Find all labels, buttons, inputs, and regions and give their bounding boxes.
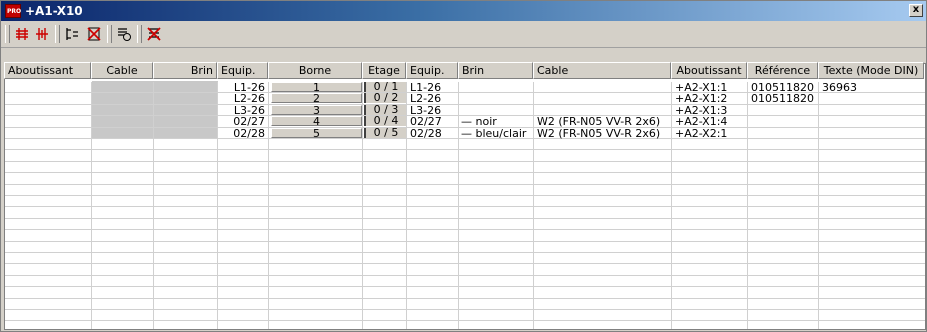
row-equip-right[interactable]: 02/27 [410,116,458,127]
toolbar-separator [55,25,60,43]
row-equip-right[interactable]: 02/28 [410,128,458,139]
header-col-equip-2[interactable]: Equip. [406,62,458,79]
row-brin[interactable] [461,93,533,104]
grid-hline [5,195,925,196]
header-col-texte[interactable]: Texte (Mode DIN) [818,62,924,79]
cable-list-icon [118,28,131,41]
header-col-brin[interactable]: Brin [153,62,217,79]
header-col-cable[interactable]: Cable [91,62,153,79]
delete-cable-icon [147,27,161,41]
terminal-strip-right-icon [36,28,48,40]
row-texte[interactable] [822,128,922,139]
window-title: +A1-X10 [25,4,83,18]
grid-hline [5,320,925,321]
row-etage[interactable]: 0 / 2 [364,92,406,103]
row-equip-right[interactable]: L3-26 [410,105,458,116]
grid-hline [5,149,925,150]
terminal-strip-right-button[interactable] [31,24,53,44]
row-aboutissant[interactable]: +A2-X1:3 [675,105,747,116]
row-borne[interactable]: 4 [271,116,362,127]
insert-terminal-button[interactable] [61,24,83,44]
row-equip-left[interactable]: L2-26 [218,93,265,104]
row-equip-right[interactable]: L1-26 [410,82,458,93]
row-aboutissant[interactable]: +A2-X1:4 [675,116,747,127]
header-col-cable-2[interactable]: Cable [533,62,671,79]
row-aboutissant[interactable]: +A2-X1:2 [675,93,747,104]
header-col-etage[interactable]: Etage [362,62,406,79]
row-etage[interactable]: 0 / 4 [364,115,406,126]
row-borne[interactable]: 5 [271,128,362,139]
cable-list-button[interactable] [113,24,135,44]
row-brin[interactable] [461,105,533,116]
header-col-equip[interactable]: Equip. [217,62,268,79]
terminal-table: L1-26 1 0 / 1 L1-26 +A2-X1:1 010511820 36963 L2… [4,63,926,330]
row-cable[interactable]: W2 (FR-N05 VV-R 2x6) [537,116,671,127]
row-reference[interactable] [751,105,819,116]
row-reference[interactable]: 010511820 [751,93,819,104]
grid-hline [5,206,925,207]
terminal-strip-left-icon [16,28,28,40]
grid-hline [5,275,925,276]
app-logo-icon: PRO [5,4,21,18]
row-cable[interactable] [537,82,671,93]
row-equip-left[interactable]: L3-26 [218,105,265,116]
delete-terminal-icon [87,27,101,41]
grid-hline [5,309,925,310]
row-texte[interactable] [822,93,922,104]
grid-hline [5,229,925,230]
row-texte[interactable] [822,105,922,116]
toolbar-separator-3 [137,25,142,43]
row-borne[interactable]: 1 [271,82,362,93]
header-col-reference[interactable]: Référence [747,62,818,79]
row-reference[interactable]: 010511820 [751,82,819,93]
row-cable[interactable] [537,93,671,104]
row-etage[interactable]: 0 / 5 [364,127,406,138]
header-col-brin-2[interactable]: Brin [458,62,533,79]
close-button[interactable]: x [909,4,923,17]
grid-hline [5,172,925,173]
grid-hline [5,161,925,162]
terminal-strip-left-button[interactable] [11,24,33,44]
terminal-strip-window: PRO +A1-X10 x L1-26 1 0 / 1 L1-26 +A2-X1:1 01… [0,0,927,332]
row-aboutissant[interactable]: +A2-X2:1 [675,128,747,139]
toolbar [1,21,926,48]
insert-terminal-icon [66,28,78,40]
grid-hline [5,263,925,264]
row-borne[interactable]: 2 [271,93,362,104]
toolbar-separator-2 [107,25,112,43]
row-brin[interactable]: — noir [461,116,533,127]
row-texte[interactable]: 36963 [822,82,922,93]
header-col-aboutissant[interactable]: Aboutissant [4,62,91,79]
grid-hline [5,218,925,219]
row-borne[interactable]: 3 [271,105,362,116]
left-cable-shaded-area [92,81,218,138]
toolbar-grip[interactable] [5,25,10,43]
row-aboutissant[interactable]: +A2-X1:1 [675,82,747,93]
header-col-borne[interactable]: Borne [268,62,362,79]
row-cable[interactable]: W2 (FR-N05 VV-R 2x6) [537,128,671,139]
grid-hline [5,241,925,242]
row-equip-left[interactable]: L1-26 [218,82,265,93]
grid-hline [5,298,925,299]
row-brin[interactable] [461,82,533,93]
grid-hline [5,286,925,287]
grid-hline [5,184,925,185]
row-equip-left[interactable]: 02/28 [218,128,265,139]
row-reference[interactable] [751,116,819,127]
title-bar[interactable]: PRO +A1-X10 x [1,1,926,21]
row-brin[interactable]: — bleu/clair [461,128,533,139]
row-reference[interactable] [751,128,819,139]
header-col-aboutissant-2[interactable]: Aboutissant [671,62,747,79]
row-texte[interactable] [822,116,922,127]
delete-terminal-button[interactable] [83,24,105,44]
row-cable[interactable] [537,105,671,116]
row-equip-right[interactable]: L2-26 [410,93,458,104]
row-equip-left[interactable]: 02/27 [218,116,265,127]
app-badge: PRO [7,8,22,15]
grid-hline [5,252,925,253]
delete-cable-button[interactable] [143,24,165,44]
